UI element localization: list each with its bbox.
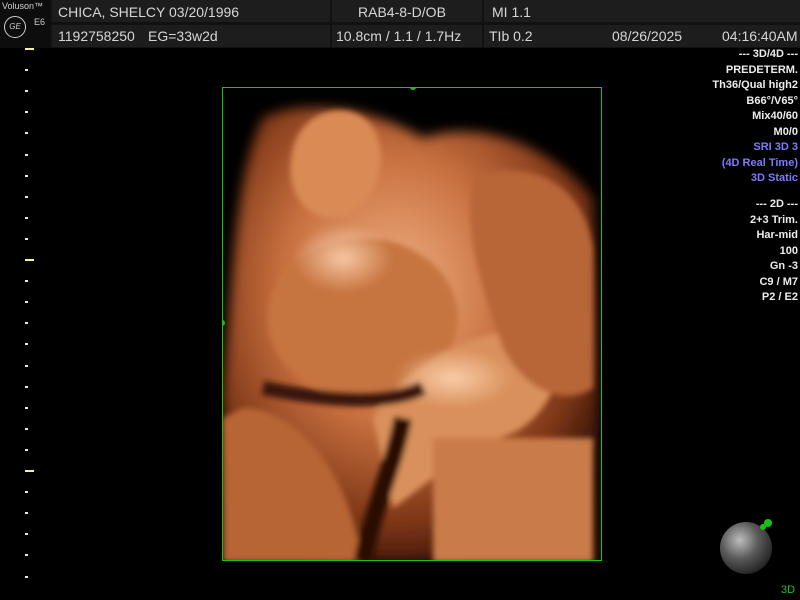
brand-logo: Voluson™ GE E6	[0, 0, 50, 48]
scale-minor-tick	[25, 575, 28, 578]
scale-major-tick	[25, 48, 34, 50]
ge-logo-icon: GE	[4, 16, 26, 38]
setting-2d-line: 2+3 Trim.	[749, 213, 798, 226]
scale-minor-tick	[25, 301, 28, 304]
scale-minor-tick	[25, 427, 28, 430]
setting-2d-line: P2 / E2	[761, 291, 798, 303]
scale-minor-tick	[25, 195, 28, 198]
setting-3d-line: M0/0	[773, 125, 798, 138]
setting-3d-line: 3D Static	[750, 172, 798, 184]
scale-minor-tick	[25, 533, 28, 536]
mi-value: MI 1.1	[492, 4, 531, 20]
setting-2d-line: --- 2D ---	[755, 198, 798, 210]
view-mode-label: 3D	[781, 584, 796, 596]
fetal-face-render	[223, 88, 601, 560]
setting-3d-line: B66°/V65°	[746, 94, 798, 107]
setting-2d-line: C9 / M7	[759, 275, 798, 288]
scale-minor-tick	[25, 322, 28, 325]
mi-cell	[484, 0, 800, 22]
depth-info: 10.8cm / 1.1 / 1.7Hz	[336, 28, 462, 44]
exam-date: 08/26/2025	[612, 28, 683, 44]
scale-major-tick	[25, 470, 34, 472]
scale-minor-tick	[25, 385, 28, 388]
orientation-sphere-icon[interactable]	[720, 522, 772, 574]
scale-minor-tick	[25, 132, 28, 135]
scale-minor-tick	[25, 153, 28, 156]
setting-2d-line: Gn -3	[769, 260, 798, 272]
scale-major-tick	[25, 259, 34, 261]
scale-minor-tick	[25, 69, 28, 72]
scale-minor-tick	[25, 491, 28, 494]
setting-3d-line: --- 3D/4D ---	[738, 48, 798, 60]
setting-2d-line: 100	[779, 244, 798, 257]
setting-3d-line: PREDETERM.	[725, 63, 798, 76]
setting-3d-line: (4D Real Time)	[721, 156, 798, 169]
scale-minor-tick	[25, 237, 28, 240]
brand-name: Voluson™	[2, 1, 44, 11]
scale-minor-tick	[25, 280, 28, 283]
setting-2d-line: Har-mid	[756, 229, 798, 241]
header-bar: Voluson™ GE E6 CHICA, SHELCY 03/20/1996 …	[0, 0, 800, 48]
gestational-age: EG=33w2d	[148, 28, 218, 44]
scale-minor-tick	[25, 364, 28, 367]
setting-3d-line: Mix40/60	[752, 110, 798, 122]
setting-3d-line: Th36/Qual high2	[712, 79, 798, 91]
probe-label: RAB4-8-D/OB	[358, 4, 446, 20]
scale-minor-tick	[25, 343, 28, 346]
tib-value: TIb 0.2	[489, 28, 533, 44]
patient-name: CHICA, SHELCY 03/20/1996	[58, 4, 240, 20]
scale-minor-tick	[25, 406, 28, 409]
model-name: E6	[34, 17, 46, 27]
exam-time: 04:16:40AM	[722, 28, 798, 44]
scale-minor-tick	[25, 216, 28, 219]
patient-id: 1192758250	[58, 28, 135, 44]
scale-minor-tick	[25, 554, 28, 557]
volume-render-view[interactable]	[222, 87, 602, 561]
orientation-marker-icon	[760, 524, 766, 530]
scale-minor-tick	[25, 111, 28, 114]
scale-minor-tick	[25, 90, 28, 93]
scale-minor-tick	[25, 512, 28, 515]
scale-minor-tick	[25, 174, 28, 177]
scale-minor-tick	[25, 448, 28, 451]
setting-3d-line: SRI 3D 3	[753, 141, 798, 153]
